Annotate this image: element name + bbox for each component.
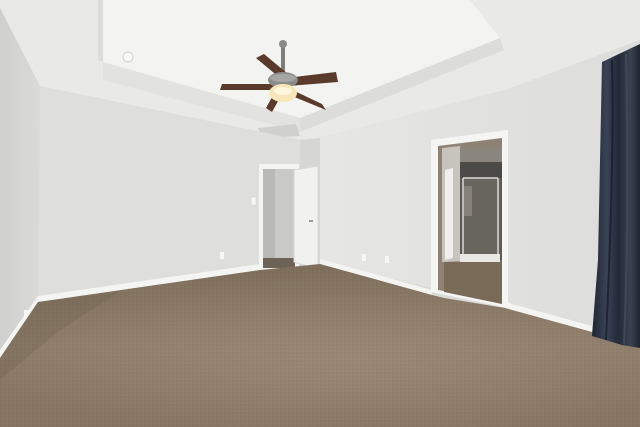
room-photo <box>0 0 640 427</box>
outlet <box>24 310 28 318</box>
doorway <box>259 164 299 270</box>
open-door[interactable] <box>293 165 319 271</box>
light-switch[interactable] <box>250 196 257 206</box>
smoke-detector <box>122 51 134 63</box>
outlet <box>220 252 224 259</box>
door-handle[interactable] <box>309 220 313 222</box>
fan-blade <box>220 84 278 90</box>
bathroom-doorway <box>431 130 508 308</box>
outlet <box>385 256 389 263</box>
outlet <box>362 254 366 261</box>
bath-floor <box>444 260 502 304</box>
